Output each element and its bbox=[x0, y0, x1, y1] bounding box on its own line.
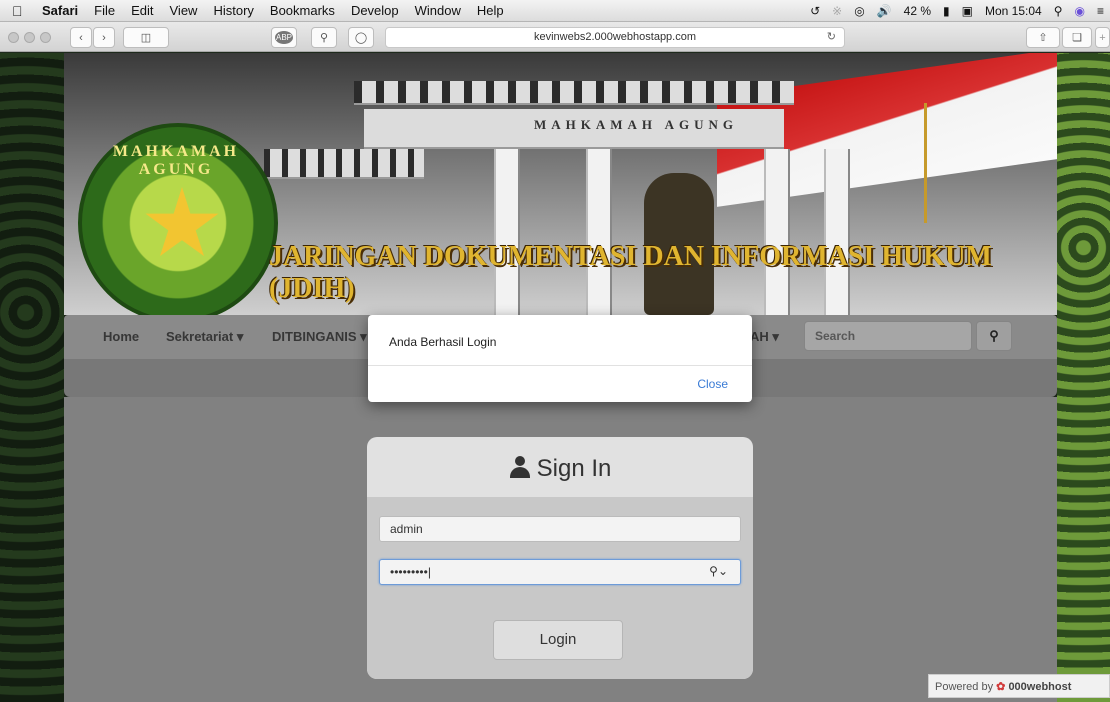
emblem-text: MAHKAMAH AGUNG bbox=[112, 143, 240, 178]
macos-menubar:  Safari File Edit View History Bookmark… bbox=[0, 0, 1110, 22]
powered-by-text: Powered by bbox=[935, 681, 994, 693]
apple-menu-icon[interactable]:  bbox=[12, 3, 28, 19]
left-batik-background bbox=[0, 53, 64, 702]
forward-icon[interactable]: › bbox=[93, 27, 115, 48]
sidebar-toggle-icon[interactable]: ◫ bbox=[123, 27, 169, 48]
menu-items: Safari File Edit View History Bookmarks … bbox=[42, 3, 520, 18]
menu-history[interactable]: History bbox=[213, 3, 253, 18]
battery-icon[interactable]: ▮ bbox=[943, 4, 950, 18]
signin-header: Sign In bbox=[367, 437, 753, 497]
alert-dialog: Anda Berhasil Login Close bbox=[368, 315, 752, 402]
building-left-wing bbox=[264, 149, 424, 179]
volume-icon[interactable]: 🔊 bbox=[877, 4, 892, 18]
webhost-brand: 000webhost bbox=[1008, 681, 1072, 693]
tabs-overview-icon[interactable]: ❏ bbox=[1062, 27, 1092, 48]
alert-close-button[interactable]: Close bbox=[697, 377, 728, 391]
user-icon bbox=[509, 456, 531, 478]
signin-title: Sign In bbox=[536, 455, 612, 482]
status-area: ↺ ※ ◎ 🔊 42 % ▮ ▣ Mon 15:04 ⚲ ◉ ≡ bbox=[798, 0, 1104, 22]
adblock-label: ABP bbox=[274, 31, 293, 44]
menu-app-safari[interactable]: Safari bbox=[42, 3, 78, 18]
web-page: MAHKAMAH AGUNG MAHKAMAH AGUNG JARINGAN D… bbox=[0, 53, 1110, 702]
password-input[interactable]: •••••••••| ⚲⌄ bbox=[379, 559, 741, 585]
menu-develop[interactable]: Develop bbox=[351, 3, 399, 18]
adblock-icon[interactable]: ABP bbox=[271, 27, 297, 48]
webhost-logo-icon: ✿ bbox=[996, 681, 1006, 693]
menu-help[interactable]: Help bbox=[477, 3, 504, 18]
siri-icon[interactable]: ◉ bbox=[1075, 4, 1085, 18]
menu-view[interactable]: View bbox=[170, 3, 198, 18]
menu-edit[interactable]: Edit bbox=[131, 3, 153, 18]
window-minimize-button[interactable] bbox=[24, 32, 35, 43]
login-button[interactable]: Login bbox=[493, 620, 623, 660]
building-inscription: MAHKAMAH AGUNG bbox=[534, 117, 738, 132]
signin-body: admin •••••••••| ⚲⌄ Login bbox=[367, 497, 753, 679]
clock[interactable]: Mon 15:04 bbox=[985, 4, 1042, 18]
username-input[interactable]: admin bbox=[379, 516, 741, 542]
scales-of-justice-icon bbox=[924, 103, 994, 223]
reload-icon[interactable]: ↻ bbox=[827, 28, 836, 47]
alert-divider bbox=[368, 365, 752, 366]
safari-toolbar: ‹ › ◫ ABP ⚲ ◯ kevinwebs2.000webhostapp.c… bbox=[0, 22, 1110, 52]
emblem-star bbox=[145, 187, 219, 257]
search-extension-icon[interactable]: ⚲ bbox=[311, 27, 337, 48]
share-icon[interactable]: ⇧ bbox=[1026, 27, 1060, 48]
notification-center-icon[interactable]: ≡ bbox=[1097, 4, 1104, 18]
spotlight-search-icon[interactable]: ⚲ bbox=[1054, 4, 1063, 18]
calendar-icon[interactable]: ▣ bbox=[962, 4, 973, 18]
banner-title: JARINGAN DOKUMENTASI DAN INFORMASI HUKUM… bbox=[269, 241, 992, 304]
back-icon[interactable]: ‹ bbox=[70, 27, 92, 48]
new-tab-icon[interactable]: + bbox=[1095, 27, 1110, 48]
powered-by-badge[interactable]: Powered by ✿ 000webhost bbox=[928, 674, 1110, 698]
privacy-extension-icon[interactable]: ◯ bbox=[348, 27, 374, 48]
menu-window[interactable]: Window bbox=[415, 3, 461, 18]
window-zoom-button[interactable] bbox=[40, 32, 51, 43]
signin-panel: Sign In admin •••••••••| ⚲⌄ Login bbox=[367, 437, 753, 679]
menu-file[interactable]: File bbox=[94, 3, 115, 18]
menu-bookmarks[interactable]: Bookmarks bbox=[270, 3, 335, 18]
address-bar[interactable]: kevinwebs2.000webhostapp.com ↻ bbox=[385, 27, 845, 48]
wifi-icon[interactable]: ◎ bbox=[854, 4, 864, 18]
address-bar-url: kevinwebs2.000webhostapp.com bbox=[533, 31, 697, 43]
right-batik-background bbox=[1057, 53, 1110, 702]
window-close-button[interactable] bbox=[8, 32, 19, 43]
username-value: admin bbox=[390, 522, 423, 536]
password-value: ••••••••• bbox=[390, 565, 428, 579]
time-machine-icon[interactable]: ↺ bbox=[810, 4, 820, 18]
keychain-key-icon[interactable]: ⚲⌄ bbox=[709, 564, 728, 578]
text-cursor: | bbox=[427, 565, 431, 579]
bluetooth-icon[interactable]: ※ bbox=[832, 4, 842, 18]
battery-percent[interactable]: 42 % bbox=[904, 4, 931, 18]
alert-message: Anda Berhasil Login bbox=[389, 335, 497, 349]
building-roof bbox=[354, 81, 794, 105]
header-banner: MAHKAMAH AGUNG MAHKAMAH AGUNG JARINGAN D… bbox=[64, 53, 1057, 315]
